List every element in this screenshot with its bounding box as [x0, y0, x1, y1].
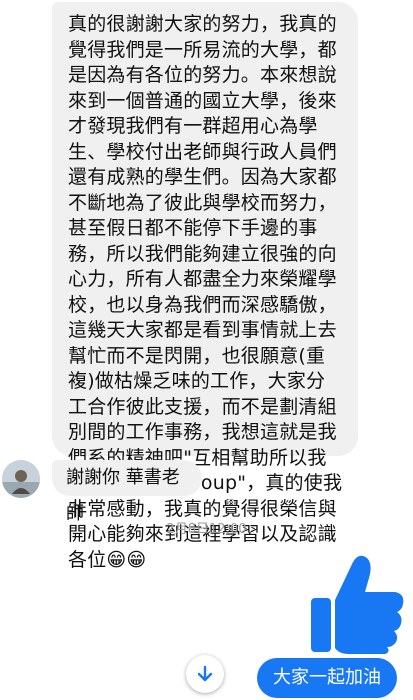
message-timestamp: 2月8日12:00 — [166, 522, 247, 537]
outgoing-message[interactable]: 大家一起加油 — [257, 658, 397, 698]
outgoing-message-text: 大家一起加油 — [273, 667, 381, 688]
thumbs-up-icon[interactable] — [309, 552, 407, 656]
avatar[interactable] — [2, 460, 40, 498]
chat-thread: 真的很謝謝大家的努力，我真的覺得我們是一所易流的大學，都是因為有各位的努力。本來… — [0, 0, 413, 700]
scroll-to-bottom-button[interactable] — [186, 655, 224, 693]
avatar-photo — [2, 460, 40, 498]
arrow-down-icon — [197, 665, 213, 682]
incoming-message-short[interactable]: 謝謝你 華書老師 — [52, 460, 202, 524]
incoming-message-long[interactable]: 真的很謝謝大家的努力，我真的覺得我們是一所易流的大學，都是因為有各位的努力。本來… — [52, 2, 358, 571]
